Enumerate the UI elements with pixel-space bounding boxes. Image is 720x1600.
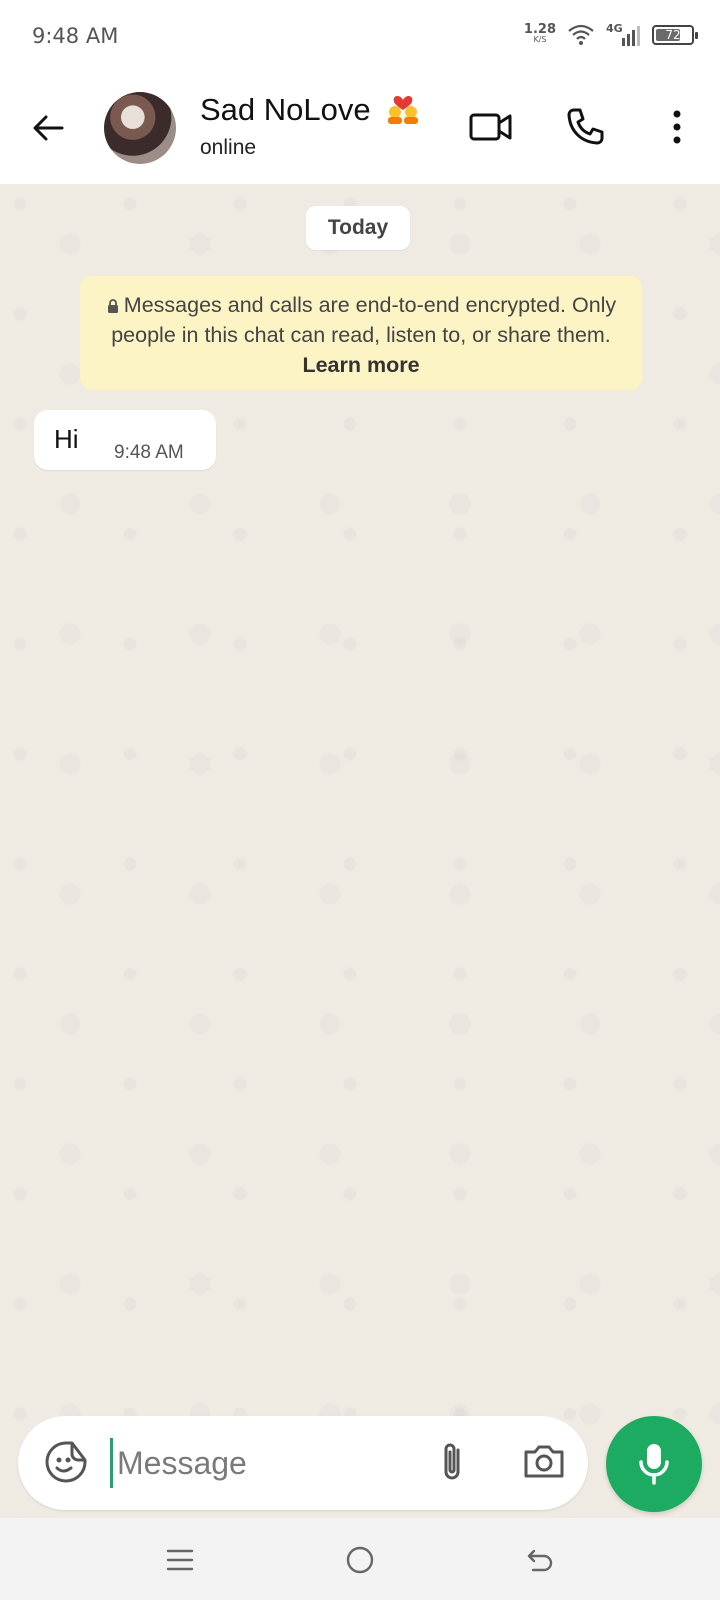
battery-level: 72 <box>665 28 681 42</box>
battery-icon: 72 <box>652 25 698 45</box>
system-navigation-bar <box>0 1518 720 1600</box>
home-button[interactable] <box>340 1540 380 1580</box>
message-text: Hi <box>54 424 79 454</box>
encryption-notice-text: Messages and calls are end-to-end encryp… <box>111 293 617 347</box>
sticker-icon <box>45 1441 87 1483</box>
status-icons: 1.28 K/S 4G 72 <box>523 20 698 50</box>
learn-more-link[interactable]: Learn more <box>302 353 419 377</box>
more-vertical-icon <box>673 110 681 144</box>
attach-button[interactable] <box>428 1438 476 1486</box>
chat-header: Sad NoLove online <box>0 72 720 184</box>
network-type: 4G <box>606 22 623 35</box>
message-composer <box>18 1416 588 1510</box>
date-chip: Today <box>306 206 410 250</box>
back-arrow-icon <box>527 1549 553 1572</box>
contact-name-row: Sad NoLove <box>200 90 421 128</box>
net-speed: 1.28 K/S <box>523 22 556 45</box>
contact-status: online <box>200 136 257 159</box>
encryption-notice[interactable]: Messages and calls are end-to-end encryp… <box>80 276 642 390</box>
signal-bar <box>622 38 625 46</box>
net-speed-unit: K/S <box>533 35 547 44</box>
circle-icon <box>346 1546 374 1574</box>
net-speed-value: 1.28 <box>523 22 556 37</box>
message-time: 9:48 AM <box>114 442 184 463</box>
camera-button[interactable] <box>520 1438 568 1486</box>
voice-call-button[interactable] <box>560 102 610 152</box>
arrow-left-icon <box>33 115 64 141</box>
avatar[interactable] <box>104 92 176 164</box>
video-camera-icon <box>469 113 512 141</box>
video-call-button[interactable] <box>466 102 516 152</box>
status-time: 9:48 AM <box>32 24 119 48</box>
phone-icon <box>567 108 604 145</box>
camera-icon <box>524 1445 564 1478</box>
voice-message-button[interactable] <box>606 1416 702 1512</box>
wifi-icon <box>568 24 594 45</box>
back-nav-button[interactable] <box>520 1540 560 1580</box>
lock-icon <box>107 299 118 313</box>
couple-with-heart-icon <box>388 96 419 124</box>
back-button[interactable] <box>28 108 68 148</box>
cellular-signal: 4G <box>606 22 640 46</box>
recent-apps-button[interactable] <box>160 1540 200 1580</box>
microphone-icon <box>639 1444 669 1485</box>
incoming-message[interactable]: Hi 9:48 AM <box>34 410 216 470</box>
chat-area[interactable]: Today Messages and calls are end-to-end … <box>0 184 720 1518</box>
message-input[interactable] <box>110 1438 417 1488</box>
status-bar: 9:48 AM 1.28 K/S 4G 72 <box>0 0 720 72</box>
contact-name: Sad NoLove <box>200 92 371 127</box>
menu-lines-icon <box>166 1549 194 1571</box>
signal-bar <box>627 34 630 46</box>
sticker-button[interactable] <box>42 1438 90 1486</box>
signal-bar <box>637 26 640 46</box>
paperclip-icon <box>444 1443 460 1480</box>
signal-bar <box>632 30 635 46</box>
menu-button[interactable] <box>652 102 702 152</box>
